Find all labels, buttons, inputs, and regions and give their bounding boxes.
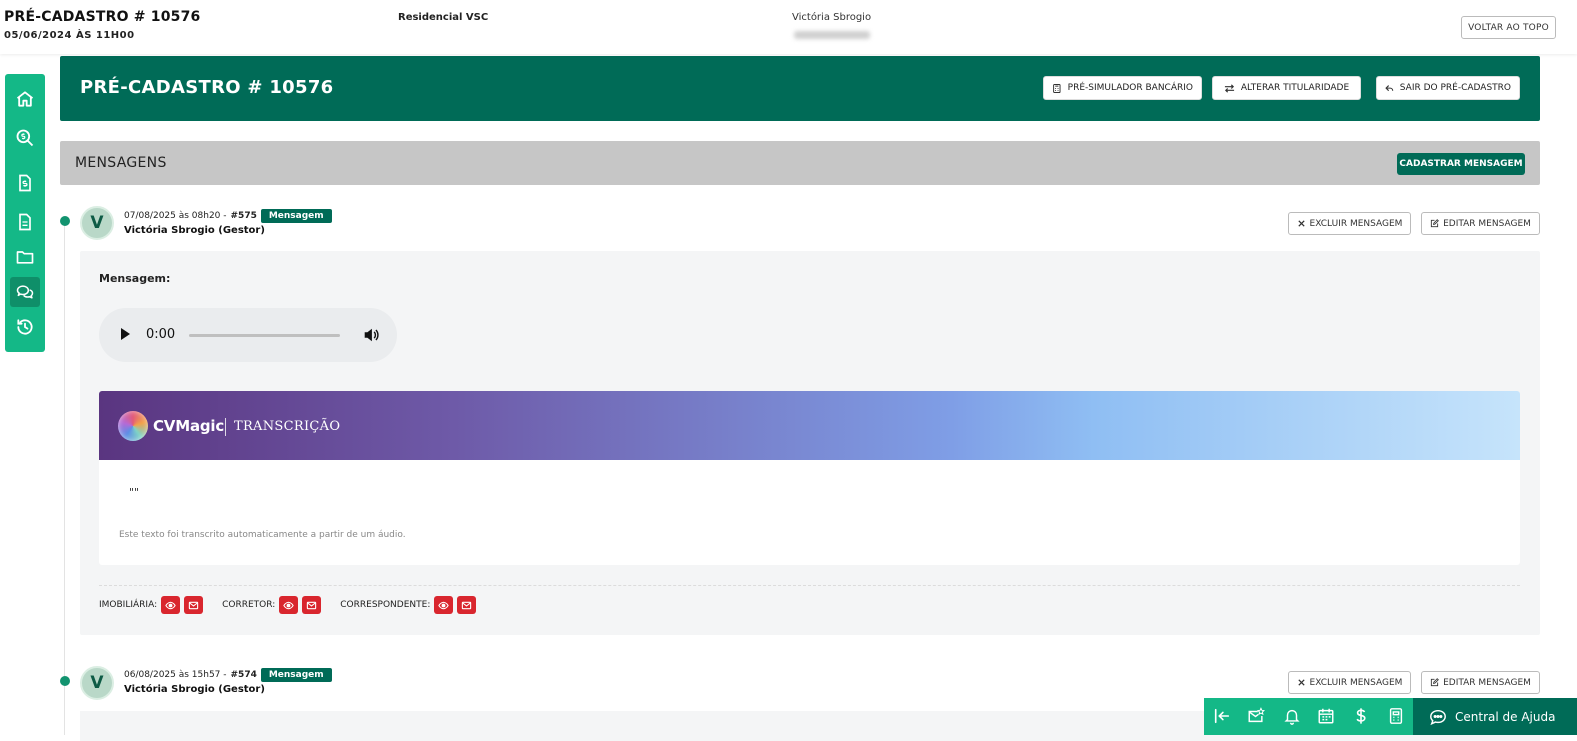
messages-title: MENSAGENS [75,155,167,171]
mail-star-icon[interactable] [1246,706,1266,726]
edit-icon [1430,219,1439,228]
flag-corretor: CORRETOR: [222,596,322,614]
empreendimento-name: Residencial VSC [398,12,489,23]
excluir-mensagem-label: EXCLUIR MENSAGEM [1309,218,1403,229]
pre-cadastro-banner: PRÉ-CADASTRO # 10576 PRÉ-SIMULADOR BANCÁ… [60,56,1540,121]
pre-simulador-button[interactable]: PRÉ-SIMULADOR BANCÁRIO [1043,76,1202,100]
client-name: Victória Sbrogio [792,12,872,23]
timeline-dot [60,216,70,226]
excluir-mensagem-button[interactable]: EXCLUIR MENSAGEM [1288,212,1411,235]
page-title: PRÉ-CADASTRO # 10576 [4,9,201,25]
message-id: #574 [230,670,257,680]
editar-mensagem-label: EDITAR MENSAGEM [1443,677,1531,688]
alterar-titularidade-label: ALTERAR TITULARIDADE [1240,83,1350,93]
avatar: V [80,666,114,700]
top-header: PRÉ-CADASTRO # 10576 05/06/2024 ÀS 11H00… [0,0,1577,54]
search-dollar-icon[interactable] [10,123,40,153]
message-visibility-flags: IMOBILIÁRIA: CORRETOR: CORRESPONDENTE: [99,596,495,614]
help-center-label: Central de Ajuda [1455,709,1556,724]
cvmagic-brand: CVMagic [153,417,225,435]
editar-mensagem-label: EDITAR MENSAGEM [1443,218,1531,229]
alterar-titularidade-button[interactable]: ALTERAR TITULARIDADE [1212,76,1361,100]
message-meta: 07/08/2025 às 08h20 - #575 Mensagem [124,209,332,223]
message-type-badge: Mensagem [260,668,332,682]
calculator-icon[interactable] [1386,706,1406,726]
back-to-top-button[interactable]: VOLTAR AO TOPO [1461,16,1556,39]
transcription-text: "" [129,486,140,499]
document-icon[interactable] [10,207,40,237]
pre-simulador-label: PRÉ-SIMULADOR BANCÁRIO [1067,83,1193,93]
cvmagic-header: CVMagic TRANSCRIÇÃO [99,391,1520,460]
help-center-button[interactable]: Central de Ajuda [1413,698,1577,735]
message-author: Victória Sbrogio (Gestor) [124,684,265,695]
flag-correspondente-label: CORRESPONDENTE: [340,600,431,610]
history-icon[interactable] [10,312,40,342]
cadastrar-mensagem-button[interactable]: CADASTRAR MENSAGEM [1397,153,1525,175]
eye-icon[interactable] [161,596,181,614]
folder-icon[interactable] [10,242,40,272]
transcription-note: Este texto foi transcrito automaticament… [119,530,406,540]
volume-icon[interactable] [362,326,380,344]
message-type-badge: Mensagem [260,209,332,223]
excluir-mensagem-label: EXCLUIR MENSAGEM [1309,677,1403,688]
message-meta: 06/08/2025 às 15h57 - #574 Mensagem [124,668,332,682]
mail-icon[interactable] [302,596,322,614]
swap-icon [1224,83,1234,93]
bottom-toolbar: Central de Ajuda [1204,698,1577,735]
dollar-icon[interactable] [1351,706,1371,726]
avatar: V [80,206,114,240]
audio-progress[interactable] [189,334,340,337]
close-icon [1297,220,1305,227]
message-datetime: 07/08/2025 às 08h20 - [124,211,227,221]
messages-header: MENSAGENS CADASTRAR MENSAGEM [60,141,1540,185]
mail-icon[interactable] [457,596,477,614]
page-date: 05/06/2024 ÀS 11H00 [4,30,135,41]
cvmagic-separator [225,418,226,436]
invoice-icon[interactable] [10,168,40,198]
cvmagic-logo-icon [118,411,148,441]
calculator-icon [1053,83,1061,93]
excluir-mensagem-button[interactable]: EXCLUIR MENSAGEM [1288,671,1411,694]
editar-mensagem-button[interactable]: EDITAR MENSAGEM [1421,671,1540,694]
message-id: #575 [230,211,257,221]
editar-mensagem-button[interactable]: EDITAR MENSAGEM [1421,212,1540,235]
bell-icon[interactable] [1282,706,1302,726]
cvmagic-section: TRANSCRIÇÃO [234,419,341,434]
cvmagic-transcription: CVMagic TRANSCRIÇÃO "" Este texto foi tr… [99,391,1520,565]
divider [99,585,1520,586]
sidebar [5,74,45,352]
chat-bubble-icon [1430,709,1446,725]
home-icon[interactable] [10,84,40,114]
message-body: Mensagem: 0:00 CVMagic TRANSCRIÇÃO "" Es… [80,251,1540,635]
eye-icon[interactable] [434,596,454,614]
timeline-dot [60,676,70,686]
banner-title: PRÉ-CADASTRO # 10576 [80,77,334,98]
eye-icon[interactable] [279,596,299,614]
calendar-icon[interactable] [1316,706,1336,726]
audio-player: 0:00 [99,308,397,362]
client-phone-blurred [794,31,870,39]
flag-imobiliaria: IMOBILIÁRIA: [99,596,204,614]
sair-pre-cadastro-label: SAIR DO PRÉ-CADASTRO [1399,83,1511,93]
chat-icon[interactable] [10,277,40,307]
close-icon [1297,679,1305,686]
message-datetime: 06/08/2025 às 15h57 - [124,670,227,680]
play-icon[interactable] [121,328,130,340]
flag-corretor-label: CORRETOR: [222,600,276,610]
mail-icon[interactable] [184,596,204,614]
timeline-line [64,220,65,735]
flag-imobiliaria-label: IMOBILIÁRIA: [99,600,158,610]
flag-correspondente: CORRESPONDENTE: [340,596,477,614]
collapse-left-icon[interactable] [1212,706,1232,726]
message-label: Mensagem: [99,272,171,285]
message-author: Victória Sbrogio (Gestor) [124,225,265,236]
edit-icon [1430,678,1439,687]
audio-time: 0:00 [146,327,176,342]
sair-pre-cadastro-button[interactable]: SAIR DO PRÉ-CADASTRO [1376,76,1520,100]
reply-icon [1385,84,1394,91]
